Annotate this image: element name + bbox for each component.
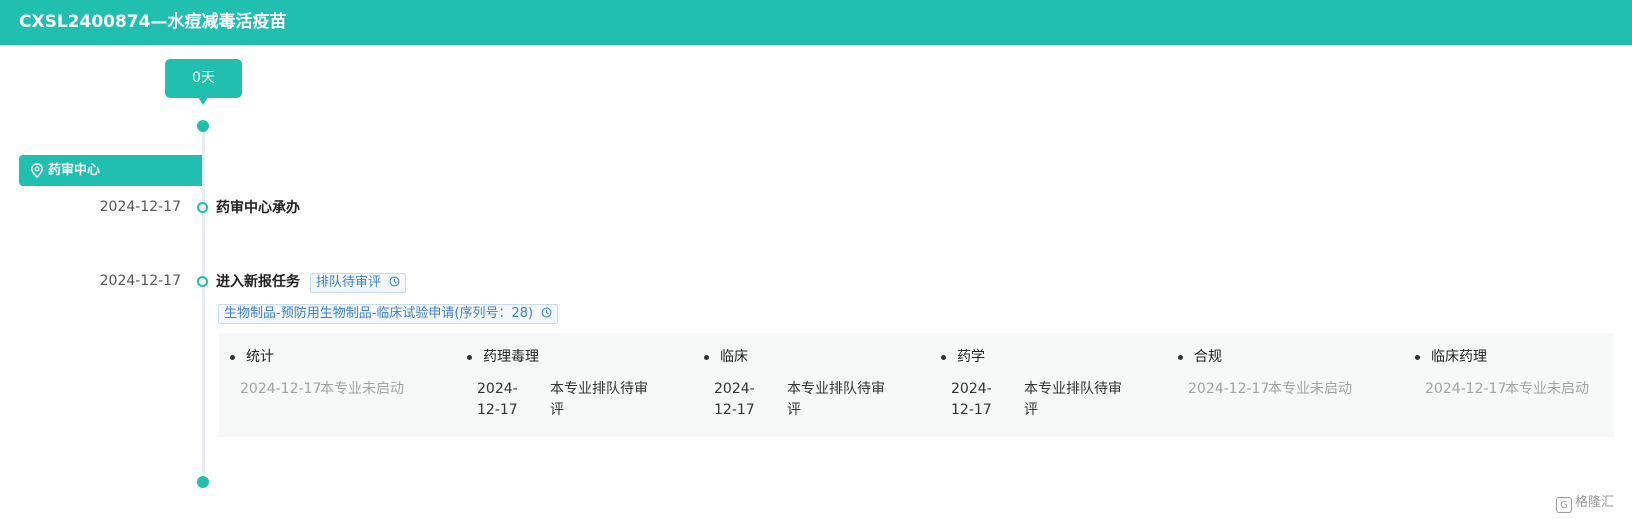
review-discipline-name: 临床	[720, 349, 748, 365]
review-date: 2024-12-17	[714, 381, 755, 418]
review-discipline-name: 统计	[246, 349, 274, 365]
review-date: 2024-12-17	[1425, 381, 1507, 397]
list-bullet	[941, 355, 946, 360]
review-column-statistics: 统计 2024-12-17 本专业未启动	[219, 333, 447, 437]
review-status: 本专业未启动	[1268, 381, 1352, 397]
list-bullet	[467, 355, 472, 360]
review-discipline-name: 药学	[957, 349, 985, 365]
event-date: 2024-12-17	[99, 273, 181, 289]
event-title: 进入新报任务	[216, 274, 300, 290]
review-status: 本专业排队待审评	[1024, 381, 1122, 418]
review-date: 2024-12-17	[1188, 381, 1270, 397]
queue-status-label: 排队待审评	[316, 275, 382, 290]
clock-icon	[389, 276, 400, 287]
review-status: 本专业未启动	[320, 381, 404, 397]
review-status: 本专业未启动	[1505, 381, 1589, 397]
list-bullet	[1415, 355, 1420, 360]
event-dot	[197, 202, 208, 213]
brand-watermark: G 格隆汇	[1556, 495, 1614, 513]
review-column-compliance: 合规 2024-12-17 本专业未启动	[1167, 333, 1395, 437]
review-status: 本专业排队待审评	[550, 381, 648, 418]
review-column-clinical-pharmacology: 临床药理 2024-12-17 本专业未启动	[1404, 333, 1632, 437]
event-date: 2024-12-17	[99, 199, 181, 215]
review-column-pharmacy: 药学 2024-12-17 本专业排队待审评	[930, 333, 1158, 437]
page: CXSL2400874—水痘减毒活疫苗 0天 药审中心 2024-12-17 药…	[0, 0, 1632, 519]
clock-icon	[541, 307, 552, 318]
watermark-text: 格隆汇	[1575, 495, 1615, 510]
review-status: 本专业排队待审评	[787, 381, 885, 418]
location-pin-icon	[31, 163, 43, 178]
review-column-pharmacology-toxicology: 药理毒理 2024-12-17 本专业排队待审评	[456, 333, 684, 437]
brand-logo-icon: G	[1556, 497, 1572, 513]
list-bullet	[230, 355, 235, 360]
event-title: 药审中心承办	[216, 200, 300, 216]
review-discipline-name: 临床药理	[1431, 349, 1487, 365]
timeline-line	[202, 126, 205, 482]
timeline-start-dot	[197, 120, 209, 132]
event-dot	[197, 276, 208, 287]
timeline-end-dot	[197, 476, 209, 488]
days-elapsed-badge: 0天	[165, 59, 242, 98]
list-bullet	[1178, 355, 1183, 360]
application-category-tag[interactable]: 生物制品-预防用生物制品-临床试验申请(序列号：28)	[218, 304, 559, 324]
agency-label-text: 药审中心	[48, 163, 101, 178]
queue-status-tag[interactable]: 排队待审评	[310, 273, 407, 293]
review-date: 2024-12-17	[477, 381, 518, 418]
review-discipline-name: 合规	[1194, 349, 1222, 365]
review-date: 2024-12-17	[240, 381, 322, 397]
application-category-label: 生物制品-预防用生物制品-临床试验申请(序列号：28)	[224, 306, 534, 321]
review-date: 2024-12-17	[951, 381, 992, 418]
page-title: CXSL2400874—水痘减毒活疫苗	[19, 12, 287, 32]
review-column-clinical: 临床 2024-12-17 本专业排队待审评	[693, 333, 921, 437]
header-bar: CXSL2400874—水痘减毒活疫苗	[0, 0, 1632, 45]
agency-label: 药审中心	[19, 155, 202, 186]
list-bullet	[704, 355, 709, 360]
days-badge-pointer	[198, 97, 208, 105]
review-status-panel: 统计 2024-12-17 本专业未启动 药理毒理 2024-12-17 本专业…	[219, 333, 1614, 437]
review-discipline-name: 药理毒理	[483, 349, 539, 365]
